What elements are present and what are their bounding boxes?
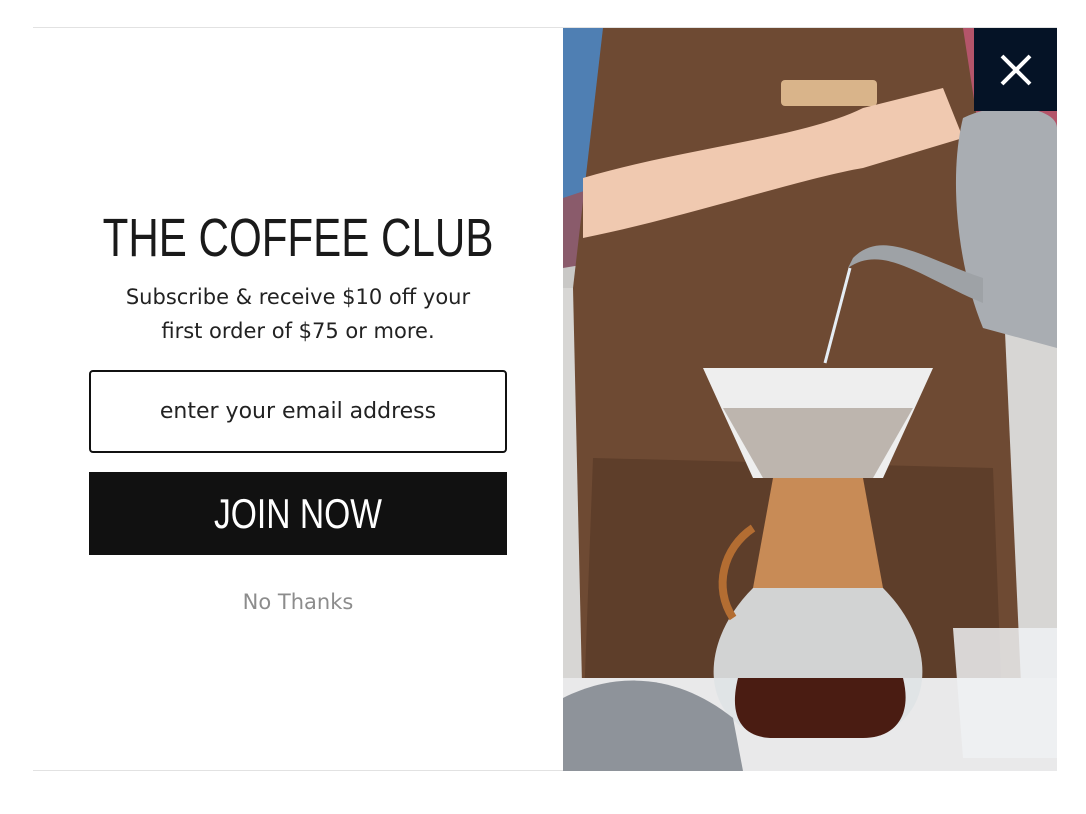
email-input[interactable]	[89, 370, 507, 453]
popup-form-panel: THE COFFEE CLUB Subscribe & receive $10 …	[33, 28, 563, 770]
popup-subtitle: Subscribe & receive $10 off your first o…	[125, 285, 471, 343]
close-icon	[1000, 54, 1031, 85]
join-now-button[interactable]: JOIN NOW	[89, 472, 507, 555]
no-thanks-link[interactable]: No Thanks	[33, 590, 563, 614]
join-now-label: JOIN NOW	[213, 489, 382, 537]
newsletter-popup: THE COFFEE CLUB Subscribe & receive $10 …	[33, 27, 1057, 771]
popup-title: THE COFFEE CLUB	[102, 208, 494, 268]
coffee-pour-over-photo	[563, 28, 1057, 771]
close-button[interactable]	[974, 28, 1057, 111]
